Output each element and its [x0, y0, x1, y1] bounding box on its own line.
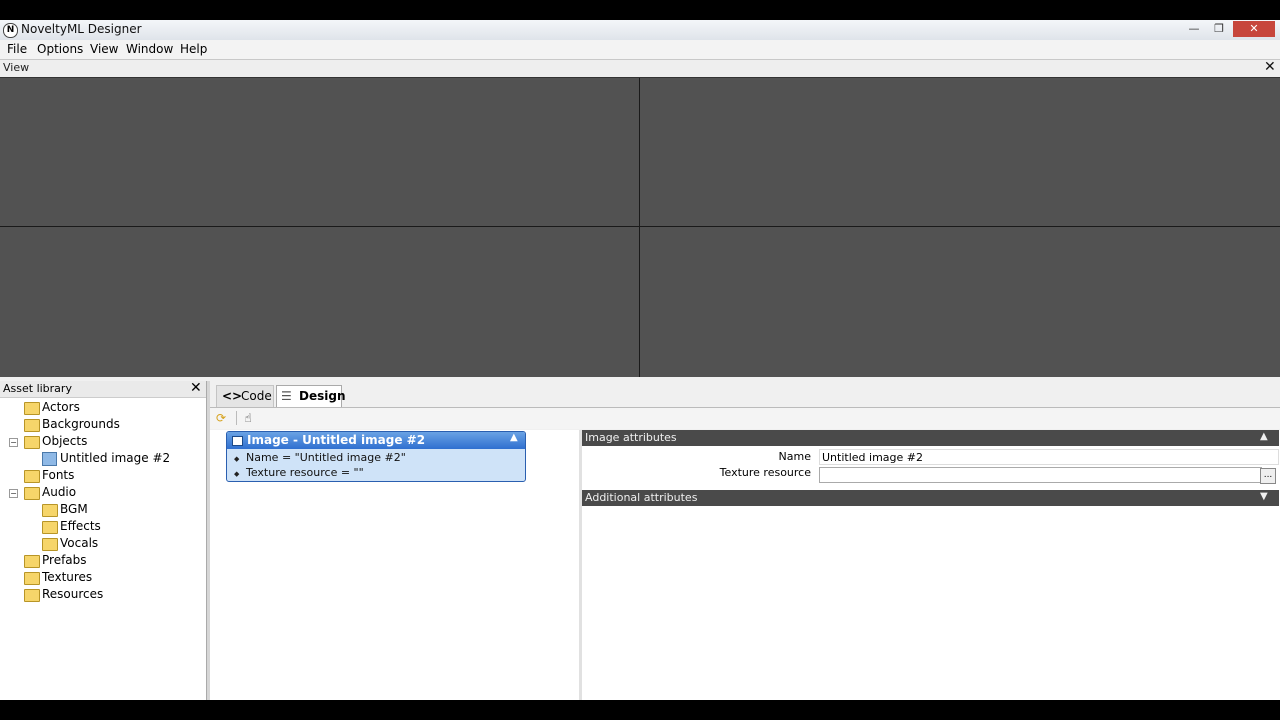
folder-icon — [24, 470, 40, 483]
tree-item-audio[interactable]: − Audio — [0, 484, 205, 501]
tree-item-label: Actors — [42, 400, 80, 414]
menu-window[interactable]: Window — [126, 42, 173, 56]
minimize-button[interactable]: — — [1183, 21, 1205, 37]
tree-item-prefabs[interactable]: Prefabs — [0, 552, 205, 569]
folder-icon — [24, 555, 40, 568]
attribute-bullet-icon: ◆ — [234, 470, 240, 478]
design-icon: ☰ — [281, 389, 292, 403]
expand-arrow-icon[interactable]: ▼ — [1260, 491, 1268, 502]
name-label: Name — [778, 450, 811, 463]
tree-item-label: BGM — [60, 502, 88, 516]
tree-item-actors[interactable]: Actors — [0, 399, 205, 416]
node-attribute-texture[interactable]: Texture resource = "" — [246, 466, 364, 479]
tree-item-resources[interactable]: Resources — [0, 586, 205, 603]
section-label: Additional attributes — [585, 491, 698, 504]
view-close-icon[interactable]: ✕ — [1264, 59, 1276, 75]
folder-icon — [42, 538, 58, 551]
refresh-icon[interactable]: ⟳ — [213, 410, 229, 426]
code-icon: <> — [222, 389, 243, 403]
image-node-title: Image - Untitled image #2 — [247, 433, 426, 447]
window-title: NoveltyML Designer — [21, 22, 142, 36]
view-panel-header: View ✕ — [0, 59, 1280, 77]
node-attribute-name[interactable]: Name = "Untitled image #2" — [246, 451, 406, 464]
canvas-horizontal-divider — [0, 226, 1280, 227]
image-icon — [232, 436, 243, 446]
tree-item-textures[interactable]: Textures — [0, 569, 205, 586]
title-bar: N NoveltyML Designer — ❐ ✕ — [0, 20, 1280, 40]
folder-icon — [42, 504, 58, 517]
tree-item-bgm[interactable]: BGM — [0, 501, 205, 518]
folder-icon — [42, 521, 58, 534]
browse-button[interactable]: ... — [1260, 468, 1276, 484]
tree-item-backgrounds[interactable]: Backgrounds — [0, 416, 205, 433]
folder-icon — [24, 402, 40, 415]
asset-library-close-icon[interactable]: ✕ — [190, 380, 202, 396]
tree-item-effects[interactable]: Effects — [0, 518, 205, 535]
menu-bar: File Options View Window Help — [0, 40, 1280, 59]
close-button[interactable]: ✕ — [1233, 21, 1275, 37]
folder-icon — [24, 572, 40, 585]
asset-library-label: Asset library — [3, 382, 72, 395]
image-icon — [42, 452, 57, 466]
tree-item-label: Backgrounds — [42, 417, 120, 431]
menu-file[interactable]: File — [7, 42, 27, 56]
attribute-bullet-icon: ◆ — [234, 455, 240, 463]
toolbar-separator — [236, 411, 237, 425]
tab-code[interactable]: <> Code — [216, 385, 274, 407]
tree-item-label: Fonts — [42, 468, 75, 482]
texture-resource-field[interactable] — [819, 467, 1262, 483]
tree-item-label: Vocals — [60, 536, 99, 550]
name-field[interactable]: Untitled image #2 — [819, 449, 1279, 465]
asset-library-header: Asset library ✕ — [0, 380, 206, 398]
pointer-icon[interactable]: ☝ — [240, 410, 256, 426]
menu-options[interactable]: Options — [37, 42, 83, 56]
canvas-vertical-divider — [639, 78, 640, 377]
tree-item-vocals[interactable]: Vocals — [0, 535, 205, 552]
view-canvas[interactable] — [0, 77, 1280, 377]
collapse-arrow-icon[interactable]: ▲ — [510, 432, 518, 443]
texture-resource-label: Texture resource — [719, 466, 811, 479]
collapse-arrow-icon[interactable]: ▲ — [1260, 431, 1268, 442]
menu-help[interactable]: Help — [180, 42, 207, 56]
section-label: Image attributes — [585, 431, 677, 444]
properties-panel: Image attributes ▲ Name Untitled image #… — [582, 430, 1280, 700]
tree-item-untitled-image[interactable]: Untitled image #2 — [0, 450, 205, 467]
tree-item-label: Resources — [42, 587, 104, 601]
screen-bottom-edge — [0, 700, 1280, 720]
image-node-header[interactable]: Image - Untitled image #2 ▲ — [227, 432, 525, 449]
tree-item-label: Effects — [60, 519, 101, 533]
image-attributes-header[interactable]: Image attributes ▲ — [582, 430, 1279, 446]
folder-open-icon — [24, 436, 40, 449]
folder-icon — [24, 589, 40, 602]
tree-item-label: Audio — [42, 485, 77, 499]
maximize-button[interactable]: ❐ — [1208, 21, 1230, 37]
additional-attributes-header[interactable]: Additional attributes ▼ — [582, 490, 1279, 506]
tree-item-label: Objects — [42, 434, 88, 448]
collapse-icon[interactable]: − — [9, 489, 18, 498]
editor-tab-bar: <> Code ☰ Design — [210, 381, 1280, 408]
view-panel-label: View — [3, 61, 30, 74]
tree-item-label: Textures — [42, 570, 93, 584]
tab-design[interactable]: ☰ Design — [276, 385, 346, 407]
tab-design-label: Design — [299, 389, 346, 403]
tree-item-label: Prefabs — [42, 553, 87, 567]
folder-icon — [24, 419, 40, 432]
folder-open-icon — [24, 487, 40, 500]
tree-item-fonts[interactable]: Fonts — [0, 467, 205, 484]
design-toolbar: ⟳ ☝ — [210, 408, 1280, 429]
image-node[interactable]: Image - Untitled image #2 ▲ ◆ Name = "Un… — [226, 431, 526, 482]
tree-item-objects[interactable]: − Objects — [0, 433, 205, 450]
asset-library-panel: Asset library ✕ Actors Backgrounds − Obj… — [0, 380, 207, 700]
app-icon: N — [3, 23, 18, 38]
tree-item-label: Untitled image #2 — [60, 451, 171, 465]
collapse-icon[interactable]: − — [9, 438, 18, 447]
tab-code-label: Code — [241, 389, 272, 403]
menu-view[interactable]: View — [90, 42, 118, 56]
